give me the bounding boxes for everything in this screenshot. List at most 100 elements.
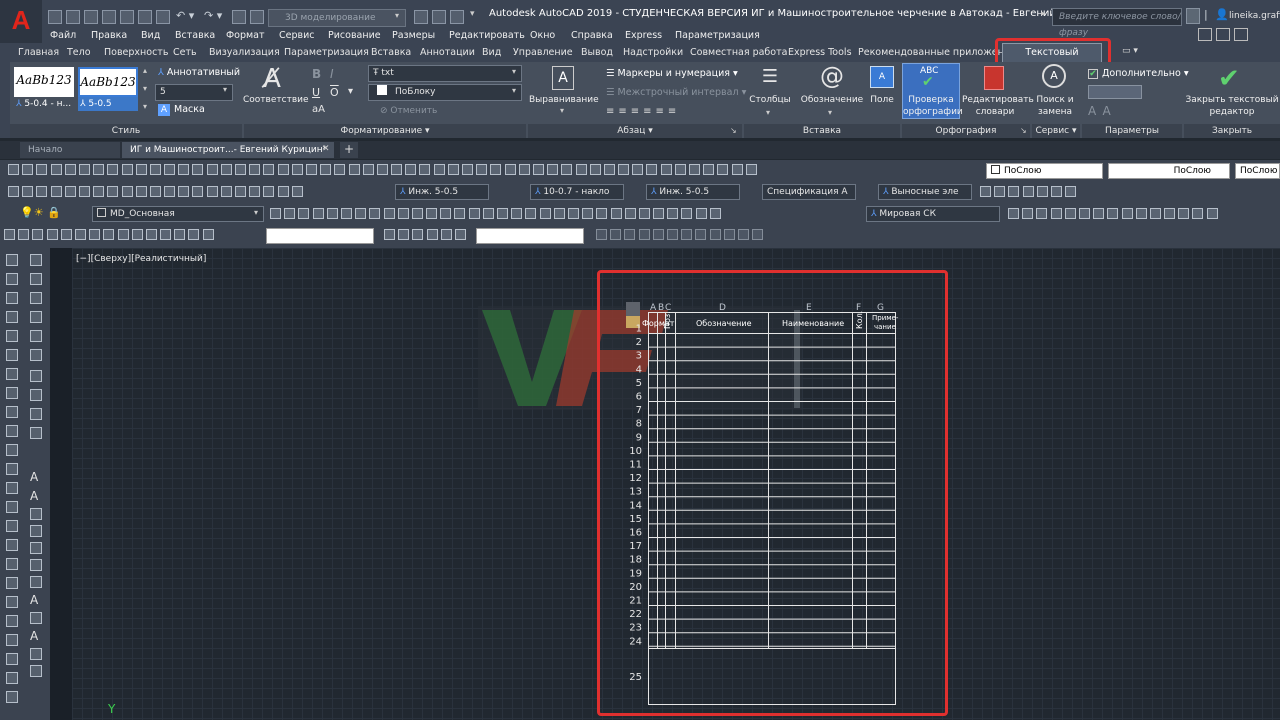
- scroll-up-icon[interactable]: ▴: [143, 66, 147, 75]
- workspace-select[interactable]: 3D моделирование: [268, 9, 406, 27]
- field-icon[interactable]: A: [870, 66, 894, 88]
- ucs-select[interactable]: ⅄ Мировая СК: [866, 206, 1000, 222]
- overline-icon[interactable]: O: [330, 86, 339, 99]
- menu-dimension[interactable]: Размеры: [392, 30, 435, 41]
- close-editor-check-icon[interactable]: ✔: [1218, 64, 1240, 94]
- tab-render[interactable]: Визуализация: [209, 47, 280, 58]
- paragraph-align-icons[interactable]: ≡≡≡≡≡≡: [606, 106, 680, 117]
- expand-icon[interactable]: ▾: [143, 102, 147, 111]
- menu-express[interactable]: Express: [625, 30, 662, 41]
- qa-grid-icon[interactable]: [450, 10, 464, 24]
- bullets-button[interactable]: ☰ Маркеры и нумерация ▾: [606, 68, 738, 79]
- edit-dictionaries-button[interactable]: Редактировать словари: [962, 94, 1034, 118]
- modify-tools-column[interactable]: [30, 254, 44, 364]
- lineweight-control-select[interactable]: ПоСлою: [1235, 163, 1280, 179]
- menu-parametric[interactable]: Параметризация: [675, 30, 760, 41]
- restore-icon[interactable]: [1216, 28, 1230, 41]
- dialog-launcher-icon[interactable]: ↘: [730, 126, 737, 135]
- tab-mesh[interactable]: Сеть: [173, 47, 197, 58]
- more-options-toggle[interactable]: ✔ Дополнительно ▾: [1088, 68, 1189, 79]
- find-replace-icon[interactable]: A: [1042, 64, 1066, 88]
- qa-match-icon[interactable]: [432, 10, 446, 24]
- spec-style-select[interactable]: Спецификация А: [762, 184, 856, 200]
- bold-icon[interactable]: B: [312, 67, 321, 81]
- columns-button[interactable]: Столбцы: [746, 95, 794, 105]
- menu-modify[interactable]: Редактировать: [449, 30, 525, 41]
- textstyle-select[interactable]: ⅄ 10-0.7 - накло: [530, 184, 624, 200]
- tab-express-tools[interactable]: Express Tools: [788, 47, 852, 58]
- ruler-button[interactable]: [1088, 85, 1142, 99]
- new-tab-button[interactable]: +: [340, 142, 358, 158]
- draw-tools-column[interactable]: [6, 254, 20, 714]
- tab-parametric[interactable]: Параметризация: [284, 47, 369, 58]
- ribbon-toggle-icon[interactable]: ▭ ▾: [1122, 46, 1138, 56]
- qa-layer-icon[interactable]: [414, 10, 428, 24]
- symbol-button[interactable]: Обозначение: [798, 95, 866, 105]
- tab-manage[interactable]: Управление: [513, 47, 573, 58]
- menu-view[interactable]: Вид: [141, 30, 160, 41]
- view-toolbar-icons[interactable]: [4, 229, 214, 243]
- tab-view[interactable]: Вид: [482, 47, 501, 58]
- tab-output[interactable]: Вывод: [581, 47, 613, 58]
- menu-help[interactable]: Справка: [571, 30, 613, 41]
- qa-more-icon[interactable]: ▾: [470, 9, 475, 19]
- tab-annotate[interactable]: Аннотации: [420, 47, 475, 58]
- mask-button[interactable]: Маска: [174, 104, 205, 115]
- tab-addins[interactable]: Надстройки: [623, 47, 683, 58]
- color-control-select[interactable]: ПоСлою: [986, 163, 1103, 179]
- print-icon[interactable]: [138, 10, 152, 24]
- open-icon[interactable]: [66, 10, 80, 24]
- viewport-controls[interactable]: [−][Сверху][Реалистичный]: [76, 254, 206, 264]
- menu-edit[interactable]: Правка: [91, 30, 127, 41]
- layer-toolbar-icons[interactable]: [270, 208, 721, 222]
- save-icon[interactable]: [84, 10, 98, 24]
- layer-select[interactable]: MD_Основная: [92, 206, 264, 222]
- close-text-editor-button[interactable]: Закрыть текстовый редактор: [1184, 94, 1280, 118]
- leader-style-select[interactable]: ⅄ Выносные эле: [878, 184, 972, 200]
- web-icon[interactable]: [120, 10, 134, 24]
- plot-icon[interactable]: [156, 10, 170, 24]
- font-select[interactable]: Ŧ txt: [368, 65, 522, 82]
- undo-icon[interactable]: ↶ ▾: [176, 9, 194, 22]
- dimstyle-select[interactable]: ⅄ Инж. 5-0.5: [395, 184, 489, 200]
- user-name[interactable]: lineika.grafit: [1229, 11, 1280, 21]
- columns-icon[interactable]: ☰: [758, 66, 782, 87]
- minimize-icon[interactable]: [1198, 28, 1212, 41]
- text-tools-column[interactable]: AAAA: [30, 470, 44, 710]
- tab-solid[interactable]: Тело: [67, 47, 91, 58]
- line-spacing-button[interactable]: ☰ Межстрочный интервал ▾: [606, 87, 746, 98]
- autocad-logo-icon[interactable]: A: [0, 0, 42, 43]
- standard-toolbar-icons[interactable]: [8, 164, 757, 178]
- share-icon[interactable]: [232, 10, 246, 24]
- undo-redo-icons[interactable]: AA: [1088, 104, 1117, 118]
- menu-insert[interactable]: Вставка: [175, 30, 215, 41]
- menu-draw[interactable]: Рисование: [328, 30, 381, 41]
- text-style-swatch-1[interactable]: AaBb123: [14, 67, 74, 97]
- binoculars-icon[interactable]: [1186, 8, 1200, 24]
- tab-collaborate[interactable]: Совместная работа: [690, 47, 787, 58]
- match-properties-icon[interactable]: A̸: [252, 64, 292, 94]
- text-color-select[interactable]: ПоБлоку: [368, 84, 522, 101]
- mask-icon[interactable]: A: [158, 104, 170, 116]
- italic-icon[interactable]: I: [330, 67, 334, 81]
- search-arrow-icon[interactable]: ▸: [1041, 9, 1046, 19]
- redo-icon[interactable]: ↷ ▾: [204, 9, 222, 22]
- field-button[interactable]: Поле: [866, 95, 898, 105]
- linetype-control-select[interactable]: ПоСлою: [1108, 163, 1230, 179]
- case-icon[interactable]: aA: [312, 104, 325, 115]
- text-height-select[interactable]: 5: [155, 84, 233, 101]
- tab-drawing[interactable]: ИГ и Машиностроит...- Евгений Курицин*: [122, 142, 334, 158]
- new-icon[interactable]: [48, 10, 62, 24]
- menu-window[interactable]: Окно: [530, 30, 555, 41]
- ucs-toolbar-icons[interactable]: [1008, 208, 1218, 222]
- undo-formatting-button[interactable]: ⊘ Отменить: [380, 106, 437, 116]
- menu-file[interactable]: Файл: [50, 30, 76, 41]
- menu-tools[interactable]: Сервис: [279, 30, 315, 41]
- find-replace-button[interactable]: Поиск и замена: [1032, 94, 1078, 118]
- saveas-icon[interactable]: [102, 10, 116, 24]
- menu-format[interactable]: Формат: [226, 30, 265, 41]
- underline-icon[interactable]: U: [312, 86, 320, 99]
- search-input[interactable]: Введите ключевое слово/фразу: [1052, 8, 1182, 38]
- strike-icon[interactable]: ▾: [348, 86, 353, 97]
- tablestyle-select[interactable]: ⅄ Инж. 5-0.5: [646, 184, 740, 200]
